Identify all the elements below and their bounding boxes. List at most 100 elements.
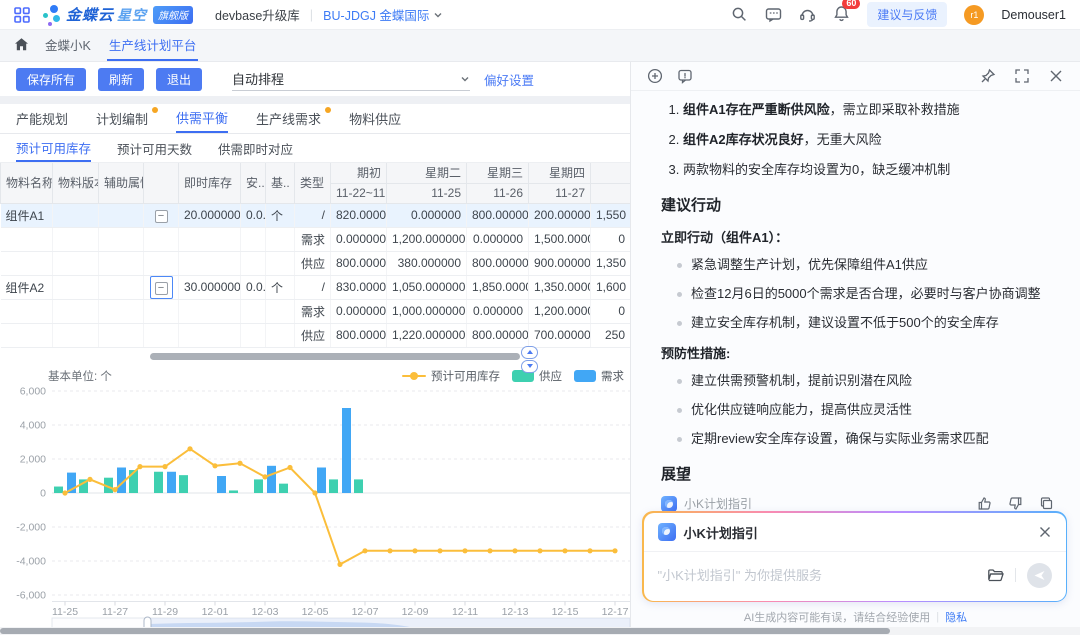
cell [1,323,53,347]
home-icon[interactable] [14,37,29,52]
page-tab-bar: 金蝶小K 生产线计划平台 [0,30,1080,62]
app-launcher-icon[interactable] [14,7,30,23]
tab-产能规划[interactable]: 产能规划 [16,104,68,133]
send-button[interactable] [1027,563,1052,588]
table-row[interactable]: 供应800.0000...380.000000800.000000900.000… [1,251,631,275]
scheme-select[interactable]: 自动排程 [232,67,470,91]
cell [99,227,144,251]
date-column-header [591,163,631,183]
view-subtabs: 预计可用库存预计可用天数供需即时对应 [0,134,630,163]
page-tab-home[interactable]: 金蝶小K [45,35,91,56]
attach-folder-icon[interactable] [987,567,1004,584]
splitter-collapse-up-button[interactable] [521,346,538,359]
cell: / [295,275,331,299]
table-row[interactable]: 供应800.0000...1,220.000000800.000000700.0… [1,323,631,347]
table-row[interactable]: 需求0.0000001,200.0000000.0000001,500.0000… [1,227,631,251]
privacy-link[interactable]: 隐私 [945,609,967,625]
expand-icon[interactable] [1014,68,1030,84]
copy-icon[interactable] [1039,496,1054,511]
table-hscrollbar[interactable] [150,353,520,360]
page-tab-active[interactable]: 生产线计划平台 [107,30,199,61]
action-item: 优化供应链响应能力，提高供应灵活性 [675,401,1054,419]
cell: 250 [591,323,631,347]
search-icon[interactable] [731,6,748,23]
brand-name: 金蝶云 [66,4,114,25]
triangle-up-icon [527,350,533,354]
cell: 830.0000... [331,275,387,299]
cell [99,203,144,227]
cell: 800.000000 [467,203,529,227]
chart-canvas[interactable]: 6,0004,0002,0000-2,000-4,000-6,00011-251… [0,365,630,630]
cell: / [295,203,331,227]
headset-icon[interactable] [799,6,816,23]
thumbs-up-icon[interactable] [977,496,992,511]
subtab-供需即时对应[interactable]: 供需即时对应 [218,134,293,162]
date-column-header: 星期三 [467,163,529,183]
feedback-button[interactable]: 建议与反馈 [867,2,947,27]
window-hscrollbar[interactable] [0,627,1080,635]
table-row[interactable]: 需求0.0000001,000.0000000.0000001,200.0000… [1,299,631,323]
subtab-预计可用天数[interactable]: 预计可用天数 [117,134,192,162]
preferences-link[interactable]: 偏好设置 [484,70,534,89]
row-expander[interactable]: − [155,210,168,223]
avatar[interactable]: r1 [964,5,984,25]
close-icon[interactable] [1048,68,1064,84]
cell: 0.0... [241,275,266,299]
svg-text:4,000: 4,000 [20,419,46,431]
exit-button[interactable]: 退出 [156,68,202,91]
app-window: 金蝶云 星空 旗舰版 devbase升级库 | BU-JDGJ 金蝶国际 60 … [0,0,1080,635]
svg-text:-6,000: -6,000 [16,589,46,601]
legend-item-预计可用库存[interactable]: 预计可用库存 [402,368,500,384]
message-icon[interactable] [765,6,782,23]
date-column-subheader: 11-27 [529,183,591,203]
cell [99,275,144,299]
refresh-button[interactable]: 刷新 [98,68,144,91]
cell [53,275,99,299]
date-column-subheader [591,183,631,203]
row-expander[interactable]: − [155,282,168,295]
splitter-collapse-down-button[interactable] [521,360,538,373]
cell: 20.000000 [179,203,241,227]
svg-text:-4,000: -4,000 [16,555,46,567]
cell: 0.000000 [467,227,529,251]
triangle-down-icon [527,364,533,368]
kingdee-logo-icon [42,4,62,26]
table-row[interactable]: 组件A2−30.0000000.0...个/830.0000...1,050.0… [1,275,631,299]
cell: 30.000000 [179,275,241,299]
svg-text:11-29: 11-29 [152,606,178,618]
cell: 1,850.000000 [467,275,529,299]
thumbs-down-icon[interactable] [1008,496,1023,511]
legend-item-需求[interactable]: 需求 [574,368,624,384]
window-hscrollbar-thumb[interactable] [0,628,890,634]
assistant-name: 小K计划指引 [684,495,752,512]
orange-dot-badge [152,107,158,113]
cell: 0.000000 [387,203,467,227]
cell [1,299,53,323]
chat-input[interactable] [658,568,987,583]
cell [53,251,99,275]
pin-icon[interactable] [980,68,996,84]
notifications[interactable]: 60 [833,5,850,25]
tab-物料供应[interactable]: 物料供应 [349,104,401,133]
cell: 900.000000 [529,251,591,275]
chat-close-icon[interactable] [1038,525,1052,539]
cell: 1,050.000000 [387,275,467,299]
chevron-down-icon [433,10,443,20]
toolbar-buttons: 保存所有刷新退出 [16,68,214,91]
svg-text:-2,000: -2,000 [16,521,46,533]
save-all-button[interactable]: 保存所有 [16,68,86,91]
tab-计划编制[interactable]: 计划编制 [96,104,148,133]
org-selector[interactable]: BU-JDGJ 金蝶国际 [323,5,443,24]
chart-unit-label: 基本单位: 个 [48,368,112,384]
subtab-预计可用库存[interactable]: 预计可用库存 [16,134,91,162]
date-column-header: 期初 [331,163,387,183]
cell: 700.000000 [529,323,591,347]
cell [266,323,295,347]
feedback-comment-icon[interactable] [677,68,693,84]
cell [179,227,241,251]
date-column-subheader: 11-22~11.. [331,183,387,203]
new-chat-icon[interactable] [647,68,663,84]
tab-生产线需求[interactable]: 生产线需求 [256,104,321,133]
table-row[interactable]: 组件A1−20.0000000.0...个/820.0000...0.00000… [1,203,631,227]
tab-供需平衡[interactable]: 供需平衡 [176,104,228,133]
